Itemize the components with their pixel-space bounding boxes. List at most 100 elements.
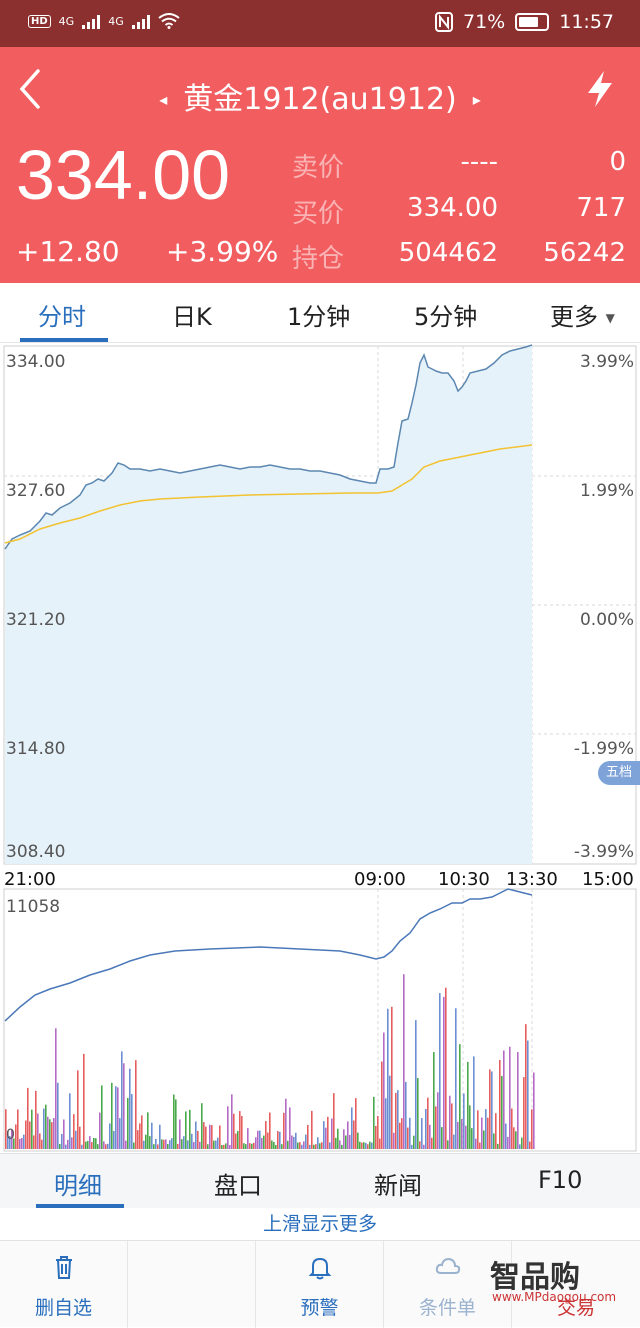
volume-bar	[353, 1120, 355, 1149]
volume-bar	[199, 1141, 201, 1149]
volume-bar	[501, 1076, 503, 1149]
volume-bar	[525, 1024, 527, 1149]
volume-bar	[113, 1130, 115, 1149]
volume-bar	[37, 1113, 39, 1149]
network-type-2: 4G	[108, 14, 124, 28]
remove-watchlist-label: 删自选	[34, 1297, 92, 1319]
y-axis-right-label: -1.99%	[573, 739, 634, 759]
y-axis-left-label: 334.00	[6, 352, 66, 372]
tab-news[interactable]: 新闻	[374, 1166, 422, 1201]
tab-daily-k[interactable]: 日K	[172, 297, 212, 332]
tab-more-label: 更多	[550, 303, 598, 331]
volume-bar	[165, 1139, 167, 1149]
volume-bar	[229, 1144, 231, 1149]
volume-bar	[515, 1131, 517, 1149]
volume-bar	[147, 1112, 149, 1149]
tab-f10[interactable]: F10	[538, 1166, 582, 1194]
volume-bar	[339, 1140, 341, 1149]
volume-bar	[233, 1113, 235, 1149]
remove-watchlist-button[interactable]: 删自选	[0, 1241, 128, 1328]
order-book-toggle[interactable]: 五档	[598, 761, 640, 785]
volume-bar	[433, 1052, 435, 1149]
volume-bar	[221, 1144, 223, 1149]
volume-bar	[415, 1020, 417, 1149]
volume-bar	[393, 1132, 395, 1149]
volume-bar	[483, 1130, 485, 1149]
volume-bar	[121, 1051, 123, 1149]
volume-bar	[347, 1121, 349, 1149]
volume-bar	[479, 1142, 481, 1149]
volume-bar	[533, 1072, 535, 1149]
volume-zero-label: 0	[6, 1127, 15, 1143]
toolbar-empty-slot	[128, 1241, 256, 1328]
nfc-icon	[435, 12, 453, 32]
volume-bar	[321, 1142, 323, 1149]
volume-bar	[35, 1090, 37, 1149]
intraday-chart[interactable]: 334.00 327.60 321.20 314.80 308.40 3.99%…	[0, 343, 640, 1153]
volume-bar	[391, 1006, 393, 1149]
volume-bar	[47, 1116, 49, 1149]
tab-details[interactable]: 明细	[54, 1166, 102, 1201]
volume-bar	[39, 1133, 41, 1149]
volume-bar	[357, 1132, 359, 1149]
detail-tabs: 明细 盘口 新闻 F10	[0, 1153, 640, 1208]
volume-bar	[485, 1109, 487, 1149]
change-percent: +3.99%	[166, 235, 279, 268]
volume-bar	[97, 1144, 99, 1149]
volume-bar	[313, 1144, 315, 1149]
volume-bar	[381, 1061, 383, 1149]
volume-bar	[467, 1061, 469, 1149]
volume-bar	[15, 1124, 17, 1149]
volume-bar	[263, 1135, 265, 1149]
volume-bar	[487, 1117, 489, 1149]
y-axis-right-label: 1.99%	[579, 481, 634, 501]
next-instrument-icon[interactable]: ▸	[473, 90, 481, 109]
volume-bar	[251, 1143, 253, 1149]
volume-bar	[231, 1094, 233, 1149]
tab-more[interactable]: 更多 ▼	[550, 297, 615, 332]
volume-bar	[31, 1109, 33, 1149]
volume-bar	[243, 1143, 245, 1149]
volume-bar	[371, 1142, 373, 1149]
volume-bar	[225, 1143, 227, 1149]
lightning-icon[interactable]	[582, 69, 618, 109]
volume-bar	[265, 1121, 267, 1149]
volume-bar	[53, 1118, 55, 1149]
volume-bar	[401, 1118, 403, 1149]
volume-bar	[343, 1129, 345, 1149]
volume-bar	[345, 1135, 347, 1149]
instrument-title: 黄金1912(au1912)	[183, 82, 457, 117]
volume-bar	[255, 1137, 257, 1149]
volume-bar	[103, 1141, 105, 1149]
prev-instrument-icon[interactable]: ◂	[159, 90, 167, 109]
tab-intraday[interactable]: 分时	[38, 297, 86, 332]
volume-bar	[395, 1092, 397, 1149]
volume-bar	[75, 1130, 77, 1149]
volume-bar	[135, 1060, 137, 1149]
volume-bar	[471, 1128, 473, 1149]
alert-button[interactable]: 预警	[256, 1241, 384, 1328]
volume-bar	[419, 1141, 421, 1149]
tab-order-book[interactable]: 盘口	[214, 1166, 262, 1201]
volume-bar	[399, 1122, 401, 1149]
volume-bar	[77, 1070, 79, 1149]
volume-bar	[407, 1127, 409, 1149]
volume-bar	[151, 1122, 153, 1149]
volume-bar	[307, 1124, 309, 1149]
tab-1min[interactable]: 1分钟	[287, 297, 350, 332]
y-axis-right-label: 0.00%	[579, 610, 634, 630]
volume-bar	[161, 1139, 163, 1149]
swipe-up-hint[interactable]: 上滑显示更多	[0, 1208, 640, 1240]
tab-5min[interactable]: 5分钟	[414, 297, 477, 332]
volume-bar	[169, 1140, 171, 1149]
volume-bar	[369, 1141, 371, 1149]
volume-bar	[289, 1107, 291, 1149]
volume-bar	[167, 1144, 169, 1149]
volume-bar	[423, 1144, 425, 1149]
volume-bar	[139, 1123, 141, 1149]
volume-bar	[95, 1138, 97, 1149]
volume-bar	[285, 1098, 287, 1149]
quote-volume: 717	[576, 193, 626, 223]
volume-bar	[179, 1119, 181, 1149]
volume-bar	[191, 1133, 193, 1149]
